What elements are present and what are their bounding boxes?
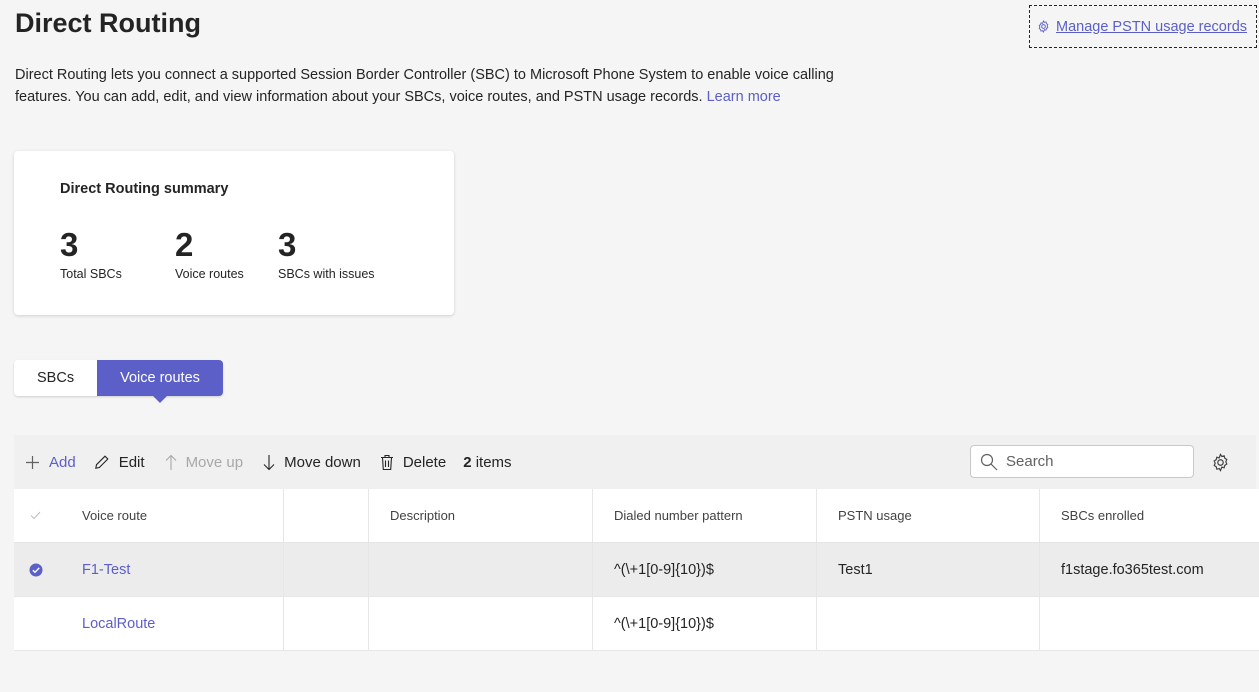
column-header-dialed-number-pattern[interactable]: Dialed number pattern <box>593 489 817 542</box>
dialed-number-pattern-cell: ^(\+1[0-9]{10})$ <box>593 543 817 596</box>
column-spacer <box>284 489 369 542</box>
move-down-label: Move down <box>284 453 361 471</box>
pstn-usage-cell: Test1 <box>817 543 1040 596</box>
arrow-up-icon <box>165 454 177 471</box>
search-box[interactable] <box>970 445 1194 478</box>
manage-pstn-usage-link[interactable]: Manage PSTN usage records <box>1029 5 1257 48</box>
add-label: Add <box>49 453 76 471</box>
summary-card: Direct Routing summary 3 Total SBCs 2 Vo… <box>14 151 454 315</box>
summary-title: Direct Routing summary <box>60 181 229 197</box>
plus-icon <box>25 455 40 470</box>
stat-sbcs-with-issues: 3 SBCs with issues <box>278 226 375 282</box>
description-cell <box>369 543 593 596</box>
learn-more-link[interactable]: Learn more <box>707 89 781 105</box>
intro-paragraph: Direct Routing lets you connect a suppor… <box>15 64 885 108</box>
edit-label: Edit <box>118 453 145 471</box>
stat-label: Total SBCs <box>60 267 122 281</box>
move-up-label: Move up <box>185 453 244 471</box>
items-count-number: 2 <box>463 453 472 471</box>
column-header-voice-route[interactable]: Voice route <box>57 489 284 542</box>
stat-value: 3 <box>278 226 297 263</box>
tab-voice-routes[interactable]: Voice routes <box>97 360 223 403</box>
column-header-sbcs-enrolled[interactable]: SBCs enrolled <box>1040 489 1259 542</box>
row-checkbox[interactable] <box>14 597 57 650</box>
items-count: 2 items <box>463 454 511 471</box>
voice-route-link[interactable]: LocalRoute <box>57 597 284 650</box>
add-button[interactable]: Add <box>25 454 76 471</box>
sbcs-enrolled-cell: f1stage.fo365test.com <box>1061 561 1204 578</box>
manage-link-label: Manage PSTN usage records <box>1056 18 1248 35</box>
stat-label: Voice routes <box>175 267 244 281</box>
row-checkbox[interactable] <box>14 543 57 596</box>
column-header-description[interactable]: Description <box>369 489 593 542</box>
tab-list: SBCs Voice routes <box>14 360 223 403</box>
edit-button[interactable]: Edit <box>94 454 145 471</box>
table-row[interactable]: F1-Test ^(\+1[0-9]{10})$ Test1 f1stage.f… <box>14 543 1259 597</box>
voice-routes-table: Voice route Description Dialed number pa… <box>14 489 1259 651</box>
stat-voice-routes: 2 Voice routes <box>175 226 244 282</box>
select-all-checkbox[interactable] <box>14 489 57 542</box>
tab-sbcs[interactable]: SBCs <box>14 360 97 396</box>
dialed-number-pattern-cell: ^(\+1[0-9]{10})$ <box>593 597 817 650</box>
pencil-icon <box>94 454 110 470</box>
delete-button[interactable]: Delete <box>380 454 446 471</box>
checkmark-icon <box>30 511 41 520</box>
checked-circle-icon <box>29 563 43 577</box>
column-spacer <box>284 597 369 650</box>
table-header-row: Voice route Description Dialed number pa… <box>14 489 1259 543</box>
gear-icon <box>1211 453 1230 476</box>
sbcs-enrolled-cell <box>1040 597 1259 650</box>
gear-icon <box>1037 20 1050 33</box>
stat-total-sbcs: 3 Total SBCs <box>60 226 122 282</box>
voice-route-link[interactable]: F1-Test <box>57 543 284 596</box>
table-settings-button[interactable] <box>1211 453 1230 477</box>
search-input[interactable] <box>1006 453 1176 470</box>
search-icon <box>980 453 998 471</box>
items-count-suffix: items <box>475 453 512 471</box>
column-spacer <box>284 543 369 596</box>
table-row[interactable]: LocalRoute ^(\+1[0-9]{10})$ <box>14 597 1259 651</box>
move-up-button[interactable]: Move up <box>165 453 244 471</box>
description-cell <box>369 597 593 650</box>
arrow-down-icon <box>263 454 275 471</box>
pstn-usage-cell <box>817 597 1040 650</box>
toolbar: Add Edit Move up Move down Delete 2 item… <box>14 435 1256 489</box>
trash-icon <box>380 454 394 471</box>
move-down-button[interactable]: Move down <box>263 454 361 471</box>
stat-value: 3 <box>60 226 79 263</box>
stat-value: 2 <box>175 226 194 263</box>
stat-label: SBCs with issues <box>278 267 375 281</box>
delete-label: Delete <box>402 453 447 471</box>
column-header-pstn-usage[interactable]: PSTN usage <box>817 489 1040 542</box>
page-title: Direct Routing <box>15 8 201 38</box>
